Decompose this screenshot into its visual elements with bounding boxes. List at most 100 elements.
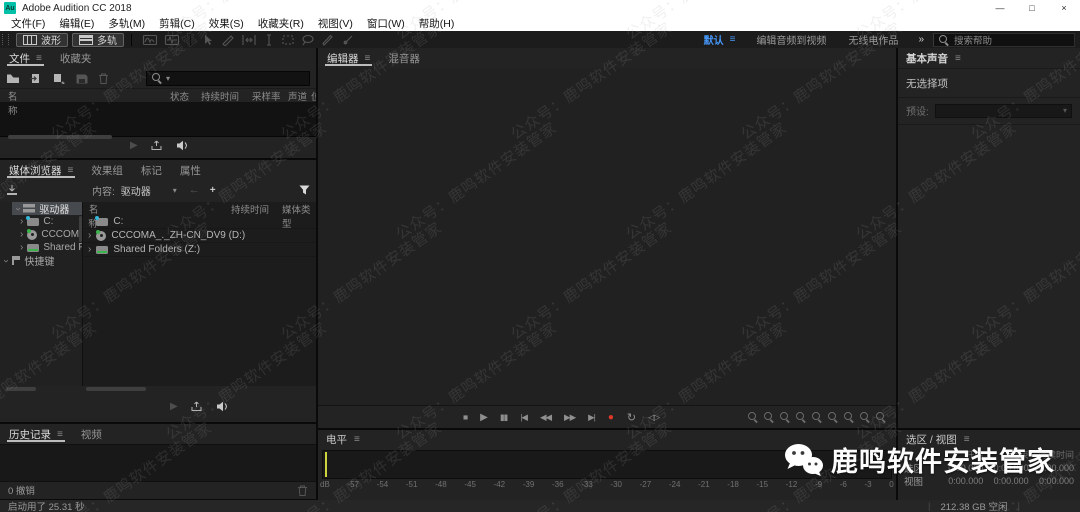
zoom-in-left-edge-button[interactable] (828, 412, 838, 422)
skip-selection-button[interactable]: ◁▷ (648, 412, 660, 423)
help-search-input[interactable]: 搜索帮助 (933, 32, 1075, 47)
panel-menu-icon[interactable]: ≡ (365, 53, 371, 64)
time-selection-tool-icon[interactable] (263, 33, 275, 46)
tree-item-shortcuts[interactable]: › 快捷键 (0, 254, 82, 267)
import-file-icon[interactable] (29, 73, 43, 84)
list-item-d-drive[interactable]: › CCCOMA_._ZH-CN_DV9 (D:) (83, 229, 316, 243)
tab-mixer[interactable]: 混音器 (379, 48, 429, 68)
menu-effects[interactable]: 效果(S) (202, 16, 251, 31)
slip-tool-icon[interactable] (241, 34, 257, 46)
files-h-scrollbar-thumb[interactable] (8, 135, 112, 139)
content-dropdown[interactable]: 驱动器 ▾ (121, 183, 177, 198)
col-samplerate[interactable]: 采样率 (252, 89, 281, 103)
selection-duration-value[interactable]: 0:00.000 (1029, 463, 1074, 473)
list-item-z-drive[interactable]: › Shared Folders (Z:) (83, 243, 316, 257)
col-channels[interactable]: 声道 (288, 89, 307, 103)
spot-healing-brush-tool-icon[interactable] (341, 34, 355, 46)
selection-start-value[interactable]: 0:00.000 (938, 463, 983, 473)
view-duration-value[interactable]: 0:00.000 (1029, 476, 1074, 486)
files-play-icon[interactable]: ▶ (130, 140, 138, 151)
media-list-h-scrollbar-thumb[interactable] (86, 387, 146, 391)
expander-icon[interactable]: › (88, 244, 91, 255)
expander-icon[interactable]: › (88, 230, 91, 241)
view-start-value[interactable]: 0:00.000 (938, 476, 983, 486)
view-end-value[interactable]: 0:00.000 (983, 476, 1029, 486)
close-button[interactable]: × (1048, 0, 1080, 16)
lasso-selection-tool-icon[interactable] (301, 34, 315, 46)
zoom-out-time-button[interactable] (796, 412, 806, 422)
files-list[interactable] (0, 102, 316, 137)
media-autoplay-icon[interactable] (190, 401, 203, 412)
zoom-full-button[interactable] (876, 412, 886, 422)
tree-item-c-drive[interactable]: › C: (0, 215, 82, 228)
tab-markers[interactable]: 标记 (132, 160, 171, 180)
waveform-view-button[interactable]: 波形 (16, 32, 68, 47)
tab-effects-rack[interactable]: 效果组 (82, 160, 132, 180)
menu-window[interactable]: 窗口(W) (360, 16, 412, 31)
expander-icon[interactable]: › (20, 229, 23, 240)
panel-menu-icon[interactable]: ≡ (964, 434, 970, 445)
menu-view[interactable]: 视图(V) (311, 16, 360, 31)
tree-item-z-drive[interactable]: › Shared Fo (0, 241, 82, 254)
record-button[interactable]: ● (608, 412, 614, 423)
history-list[interactable] (0, 444, 316, 482)
menu-help[interactable]: 帮助(H) (412, 16, 462, 31)
panel-menu-icon[interactable]: ≡ (57, 429, 63, 440)
history-trash-icon[interactable] (297, 485, 308, 496)
workspace-radio-production[interactable]: 无线电作品 (848, 32, 898, 47)
col-duration[interactable]: 持续时间 (201, 89, 239, 103)
menu-favorites[interactable]: 收藏夹(R) (251, 16, 311, 31)
tree-item-d-drive[interactable]: › CCCOMA (0, 228, 82, 241)
zoom-in-time-button[interactable] (780, 412, 790, 422)
panel-menu-icon[interactable]: ≡ (955, 53, 961, 64)
paintbrush-selection-tool-icon[interactable] (321, 34, 335, 46)
panel-menu-icon[interactable]: ≡ (68, 165, 74, 176)
play-button[interactable]: ▶ (480, 412, 488, 423)
zoom-in-amplitude-button[interactable] (748, 412, 758, 422)
zoom-reset-button[interactable] (812, 412, 822, 422)
trash-icon[interactable] (98, 73, 109, 84)
files-speaker-icon[interactable] (175, 140, 190, 151)
col-media-type[interactable]: 媒体类型 (282, 202, 316, 230)
pause-button[interactable]: ▮▮ (500, 412, 508, 423)
spectral-display-icon[interactable] (142, 34, 158, 46)
zoom-in-right-edge-button[interactable] (844, 412, 854, 422)
expander-icon[interactable]: › (1, 259, 12, 262)
tab-favorites[interactable]: 收藏夹 (51, 48, 101, 68)
selection-end-value[interactable]: 0:00.000 (983, 463, 1029, 473)
import-download-icon[interactable] (6, 184, 18, 196)
stop-button[interactable]: ■ (463, 412, 468, 422)
tab-media-browser[interactable]: 媒体浏览器 ≡ (0, 160, 82, 180)
files-autoplay-icon[interactable] (150, 140, 163, 151)
go-to-end-button[interactable]: ▶| (588, 412, 596, 423)
col-duration[interactable]: 持续时间 (231, 202, 269, 216)
col-status[interactable]: 状态 (170, 89, 189, 103)
workspace-default[interactable]: 默认 (704, 32, 724, 47)
new-file-icon[interactable] (52, 73, 66, 84)
menu-edit[interactable]: 编辑(E) (52, 16, 101, 31)
tab-video[interactable]: 视频 (72, 424, 111, 444)
multitrack-view-button[interactable]: 多轨 (72, 32, 124, 47)
back-icon[interactable]: ← (189, 184, 200, 196)
panel-menu-icon[interactable]: ≡ (354, 434, 360, 445)
editor-canvas[interactable] (318, 68, 896, 406)
media-play-icon[interactable]: ▶ (170, 401, 178, 412)
menu-clip[interactable]: 剪辑(C) (152, 16, 202, 31)
workspace-menu-icon[interactable]: ≡ (730, 34, 736, 45)
save-icon[interactable] (75, 73, 89, 84)
loop-playback-button[interactable]: ↻ (627, 411, 636, 424)
workspace-overflow-icon[interactable]: » (918, 34, 924, 45)
add-shortcut-icon[interactable]: + (210, 185, 216, 196)
tree-item-drives[interactable]: › 驱动器 (12, 202, 82, 215)
razor-tool-icon[interactable] (221, 34, 235, 46)
open-file-icon[interactable] (6, 73, 20, 84)
filter-funnel-icon[interactable] (299, 185, 310, 195)
media-tree-h-scrollbar-thumb[interactable] (6, 387, 36, 391)
zoom-out-amplitude-button[interactable] (764, 412, 774, 422)
media-v-scrollbar-thumb[interactable] (79, 216, 82, 242)
expander-icon[interactable]: › (20, 216, 23, 227)
expander-icon[interactable]: › (20, 242, 23, 253)
tab-editor[interactable]: 编辑器 ≡ (318, 48, 379, 68)
expander-icon[interactable]: › (13, 207, 24, 210)
fast-forward-button[interactable]: ▶▶ (564, 412, 576, 423)
